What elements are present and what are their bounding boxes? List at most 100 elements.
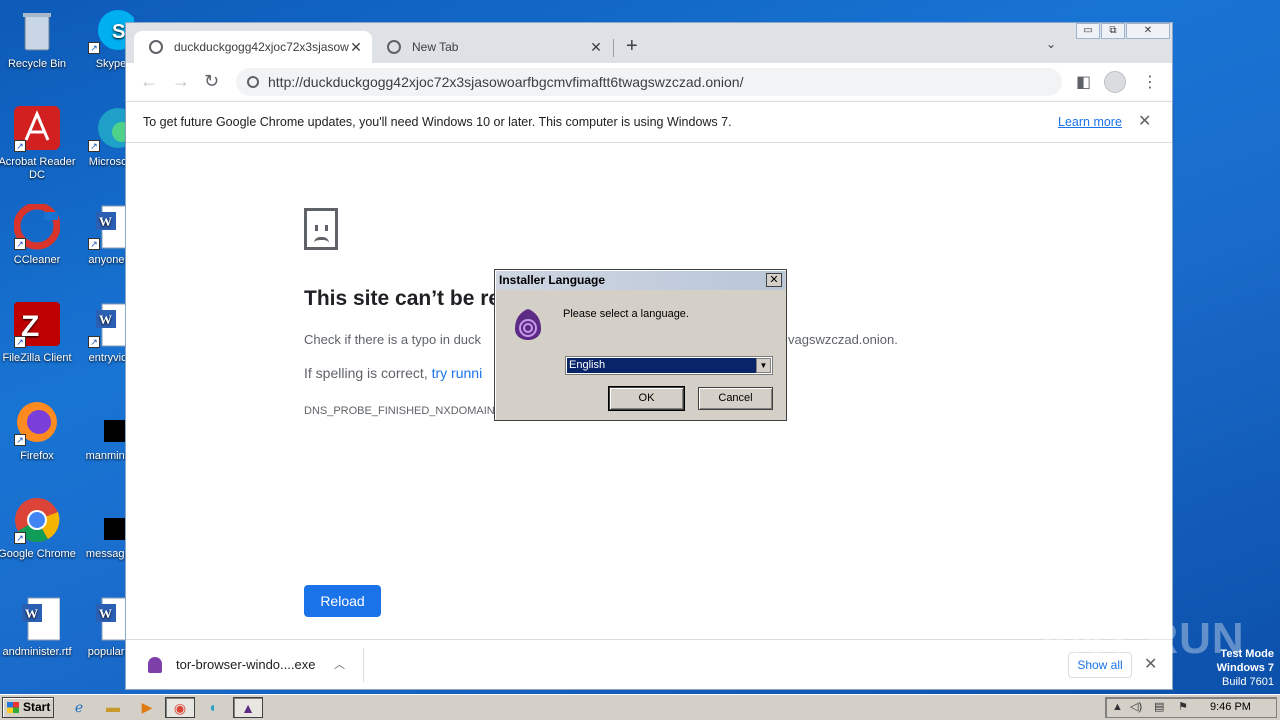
desktop-icon-label: Google Chrome: [0, 548, 76, 560]
internet-explorer-taskbar-icon[interactable]: ℯ: [64, 697, 94, 718]
new-tab-button[interactable]: +: [626, 35, 638, 58]
edge-taskbar-icon[interactable]: ◐: [199, 697, 229, 718]
restore-button[interactable]: ⧉: [1101, 23, 1125, 39]
error-typo-hint: Check if there is a typo in duck: [304, 332, 481, 347]
language-select-value: English: [567, 358, 756, 373]
error-spelling-hint: If spelling is correct, try runni: [304, 365, 482, 381]
download-item[interactable]: tor-browser-windo....exe ︿: [146, 652, 356, 678]
infobar-close-icon[interactable]: ✕: [1138, 102, 1151, 142]
desktop-icon-filezilla[interactable]: Z ↗ FileZilla Client: [0, 302, 76, 365]
chrome-taskbar-icon[interactable]: ◉: [165, 697, 195, 718]
globe-icon: [149, 40, 163, 54]
network-icon[interactable]: ▤: [1154, 698, 1164, 717]
dropdown-arrow-icon[interactable]: ▼: [756, 358, 771, 373]
installer-language-dialog: Installer Language ✕ Please select a lan…: [494, 269, 787, 421]
windows-flag-icon: [7, 702, 19, 713]
forward-arrow-icon[interactable]: →: [172, 71, 190, 92]
language-select[interactable]: English ▼: [565, 356, 773, 375]
desktop-icon-label: Skype: [95, 58, 127, 70]
os-label: Windows 7: [1216, 662, 1274, 674]
browser-toolbar: ← → ↻ http://duckduckgogg42xjoc72x3sjaso…: [126, 63, 1172, 101]
tab-new-tab[interactable]: New Tab ✕: [372, 31, 612, 63]
ok-button[interactable]: OK: [608, 386, 685, 411]
side-panel-icon[interactable]: ◧: [1076, 72, 1091, 92]
reload-button[interactable]: Reload: [304, 585, 381, 617]
back-arrow-icon[interactable]: ←: [140, 71, 158, 92]
tab-close-icon[interactable]: ✕: [348, 31, 364, 63]
tab-separator: [613, 39, 614, 57]
word-document-icon: W: [14, 596, 61, 642]
tab-title: duckduckgogg42xjoc72x3sjasowoarf: [174, 40, 349, 54]
desktop-icon-ccleaner[interactable]: ↗ CCleaner: [0, 202, 76, 267]
svg-text:W: W: [99, 312, 112, 327]
svg-text:W: W: [99, 606, 112, 621]
reload-icon[interactable]: ↻: [204, 71, 219, 92]
system-tray: ▲ ◁) ▤ ⚑ 9:46 PM: [1105, 697, 1277, 718]
test-mode-notice: Test Mode Windows 7 Build 7601: [1217, 647, 1274, 689]
recycle-bin-icon: [14, 8, 60, 54]
error-code: DNS_PROBE_FINISHED_NXDOMAIN: [304, 405, 495, 417]
desktop-icon-firefox[interactable]: ↗ Firefox: [0, 400, 76, 463]
desktop-icon-recycle-bin[interactable]: Recycle Bin: [0, 8, 76, 71]
show-hidden-icons-icon[interactable]: ▲: [1112, 698, 1123, 717]
desktop-icon-label: Firefox: [20, 450, 54, 462]
build-label: Build 7601: [1222, 676, 1274, 688]
error-typo-hint-start: Check if there is a typo in duck: [304, 332, 482, 347]
svg-text:W: W: [99, 214, 112, 229]
sad-document-icon: [304, 208, 338, 250]
desktop-icon-acrobat[interactable]: ↗ Acrobat Reader DC: [0, 106, 76, 182]
site-info-icon[interactable]: [247, 76, 259, 88]
menu-dots-icon[interactable]: ⋮: [1142, 72, 1158, 92]
desktop-icon-label: Acrobat Reader DC: [0, 156, 76, 181]
minimize-button[interactable]: ▭: [1076, 23, 1100, 39]
action-center-flag-icon[interactable]: ⚑: [1178, 698, 1188, 717]
window-close-button[interactable]: ✕: [1126, 23, 1170, 39]
dialog-message: Please select a language.: [563, 308, 689, 320]
svg-text:W: W: [25, 606, 38, 621]
acrobat-icon: ↗: [14, 106, 60, 152]
update-infobar: To get future Google Chrome updates, you…: [126, 101, 1172, 143]
desktop-icon-label: FileZilla Client: [2, 352, 72, 364]
download-bar: tor-browser-windo....exe ︿ Show all ✕: [126, 639, 1172, 689]
tab-search-icon[interactable]: ⌄: [1046, 37, 1056, 51]
desktop-icon-andminister[interactable]: W andminister.rtf: [0, 596, 76, 659]
chrome-icon: ↗: [14, 498, 60, 544]
filezilla-icon: Z ↗: [14, 302, 60, 348]
url-text: http://duckduckgogg42xjoc72x3sjasowoarfb…: [268, 74, 744, 90]
address-bar[interactable]: http://duckduckgogg42xjoc72x3sjasowoarfb…: [236, 68, 1062, 96]
dialog-title-bar: Installer Language ✕: [496, 271, 785, 290]
dialog-close-button[interactable]: ✕: [766, 273, 782, 287]
tab-title: New Tab: [412, 40, 459, 54]
anyrun-watermark: ANY RUN: [1038, 614, 1245, 663]
chevron-up-icon[interactable]: ︿: [334, 652, 345, 678]
infobar-message: To get future Google Chrome updates, you…: [143, 115, 732, 129]
download-separator: [363, 648, 364, 682]
profile-avatar-icon[interactable]: [1104, 71, 1126, 93]
svg-text:S: S: [112, 21, 125, 43]
desktop-icon-label: Recycle Bin: [7, 58, 67, 70]
test-mode-label: Test Mode: [1220, 648, 1274, 660]
start-button[interactable]: Start: [2, 697, 54, 718]
error-spelling-text: If spelling is correct,: [304, 365, 432, 381]
ccleaner-icon: ↗: [13, 202, 61, 250]
explorer-taskbar-icon[interactable]: ▬: [98, 697, 128, 718]
volume-icon[interactable]: ◁): [1130, 698, 1142, 717]
download-filename: tor-browser-windo....exe: [176, 657, 316, 672]
tab-onion-site[interactable]: duckduckgogg42xjoc72x3sjasowoarf ✕: [134, 31, 372, 63]
tor-installer-taskbar-icon[interactable]: ▲: [233, 697, 263, 718]
dialog-title: Installer Language: [499, 273, 606, 287]
error-typo-hint-end: vagswzczad.onion.: [788, 332, 898, 347]
clock: 9:46 PM: [1210, 701, 1251, 713]
chrome-favicon-icon: [387, 40, 401, 54]
desktop-icon-label: CCleaner: [13, 254, 61, 266]
error-title: This site can’t be re: [304, 287, 501, 310]
desktop-icon-label: andminister.rtf: [2, 646, 72, 658]
desktop-icon-google-chrome[interactable]: ↗ Google Chrome: [0, 498, 76, 561]
network-diagnostics-link[interactable]: try runni: [432, 365, 483, 381]
tor-installer-icon: [513, 307, 543, 341]
media-player-taskbar-icon[interactable]: ▶: [132, 697, 162, 718]
tab-close-icon[interactable]: ✕: [588, 31, 604, 63]
cancel-button[interactable]: Cancel: [698, 387, 773, 410]
tab-strip: duckduckgogg42xjoc72x3sjasowoarf ✕ New T…: [126, 23, 1172, 63]
learn-more-link[interactable]: Learn more: [1058, 102, 1122, 142]
